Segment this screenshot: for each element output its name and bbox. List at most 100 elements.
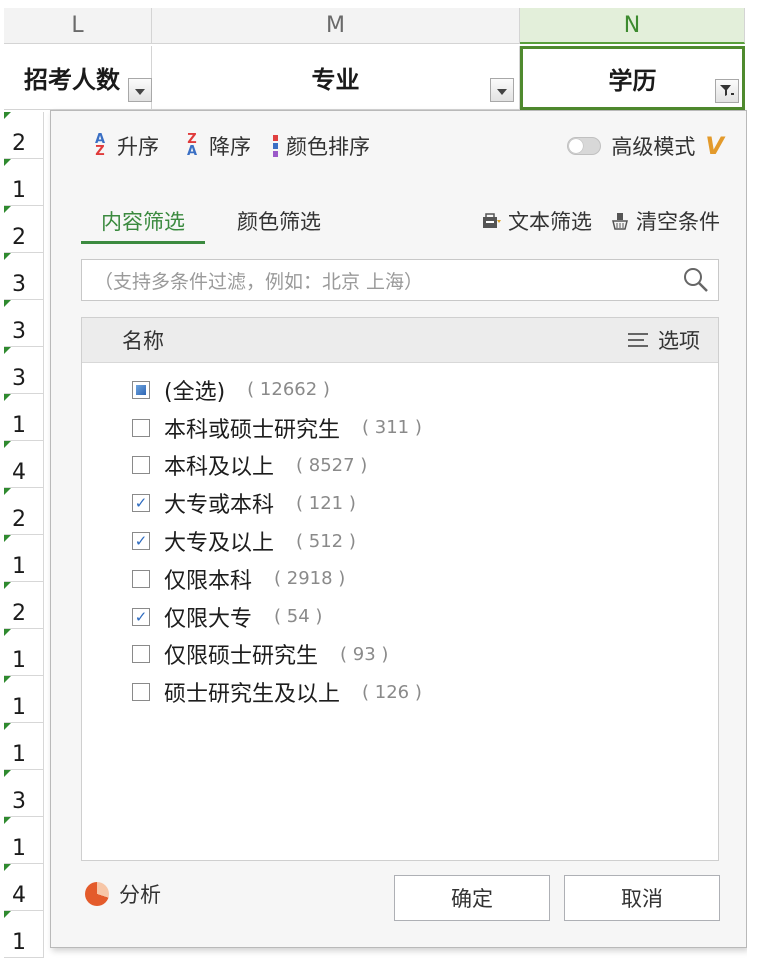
list-item[interactable]: 本科或硕士研究生 ( 311 ) [82,409,718,447]
row-number-cell[interactable]: 1 [4,911,44,958]
list-item-label: 本科及以上 [164,455,275,481]
row-number-value: 1 [12,742,26,767]
clear-filter-icon [612,213,628,230]
filter-dropdown-button[interactable] [128,78,152,102]
checkbox[interactable] [132,456,150,475]
row-number-value: 3 [12,366,26,391]
checkbox[interactable] [132,418,150,437]
row-number-cell[interactable]: 3 [4,770,44,817]
tab-content-filter-label: 内容筛选 [101,210,185,234]
confirm-button[interactable]: 确定 [394,875,550,921]
checkbox[interactable] [132,380,150,399]
list-item[interactable]: ✓ 仅限大专 ( 54 ) [82,598,718,636]
checkbox[interactable]: ✓ [132,494,150,513]
search-icon[interactable] [682,266,710,294]
row-number-value: 3 [12,272,26,297]
list-header-name: 名称 [122,329,164,353]
analyze-button[interactable]: 分析 [85,879,161,909]
list-item[interactable]: 仅限本科 ( 2918 ) [82,560,718,598]
list-item[interactable]: 本科及以上 ( 8527 ) [82,447,718,485]
row-number-cell[interactable]: 2 [4,206,44,253]
cancel-button[interactable]: 取消 [564,875,720,921]
value-list: 名称 选项 (全选)( 12662 ) 本科或硕士研究生( 311 ) 本科及以上 (… [81,317,719,861]
checkbox[interactable]: ✓ [132,607,150,626]
confirm-label: 确定 [451,887,493,911]
list-item-count: ( 512 ) [296,530,356,552]
filter-dropdown-button[interactable] [490,78,514,102]
error-indicator-icon [4,112,11,119]
error-indicator-icon [4,253,11,260]
tab-color-filter[interactable]: 颜色筛选 [217,201,341,241]
advanced-mode-switch[interactable]: 高级模式 V [567,128,724,164]
list-item-label: 大专及以上 [164,531,275,557]
list-item[interactable]: ✓ 大专或本科 ( 121 ) [82,484,718,522]
error-indicator-icon [4,723,11,730]
row-number-cell[interactable]: 1 [4,629,44,676]
list-item-count: ( 12662 ) [247,379,330,401]
row-number-cell[interactable]: 4 [4,864,44,911]
error-indicator-icon [4,300,11,307]
sort-descending-label: 降序 [209,135,251,159]
row-number-cell[interactable]: 4 [4,441,44,488]
row-number-cell[interactable]: 2 [4,488,44,535]
column-header-n[interactable]: N [520,8,745,44]
list-item-count: ( 54 ) [274,606,323,628]
column-header-m[interactable]: M [152,8,520,44]
error-indicator-icon [4,159,11,166]
row-number-cell[interactable]: 1 [4,723,44,770]
header-label-recruit-count: 招考人数 [24,66,120,94]
text-filter-button[interactable]: 文本筛选 [482,206,592,236]
list-item-count: ( 126 ) [362,681,422,703]
header-cell-education[interactable]: 学历 [520,46,745,110]
row-number-cell[interactable]: 2 [4,582,44,629]
filter-search-input[interactable]: （支持多条件过滤，例如：北京 上海） [81,259,719,301]
row-number-cell[interactable]: 1 [4,394,44,441]
list-item-count: ( 8527 ) [296,454,368,476]
row-number-cell[interactable]: 3 [4,253,44,300]
checkbox[interactable] [132,683,150,702]
filter-actions: 文本筛选 清空条件 [464,201,720,241]
clear-conditions-button[interactable]: 清空条件 [610,206,720,236]
list-item[interactable]: 硕士研究生及以上 ( 126 ) [82,673,718,711]
error-indicator-icon [4,817,11,824]
row-number-cell[interactable]: 3 [4,300,44,347]
error-indicator-icon [4,535,11,542]
active-filter-button[interactable] [715,79,739,103]
row-number-cell[interactable]: 1 [4,676,44,723]
column-header-l[interactable]: L [4,8,152,44]
row-number-value: 1 [12,836,26,861]
toggle-switch[interactable] [567,137,602,155]
filter-icon [720,85,734,96]
row-number-cell[interactable]: 1 [4,817,44,864]
tab-content-filter[interactable]: 内容筛选 [81,201,205,244]
row-number-cell[interactable]: 1 [4,535,44,582]
checkbox[interactable]: ✓ [132,532,150,551]
error-indicator-icon [4,676,11,683]
filter-dialog: AZ 升序 ZA 降序 颜色排序 高级模式 V 内容筛选 颜色筛选 文本筛选 清… [50,110,747,948]
list-item-label: 仅限硕士研究生 [164,644,319,670]
clear-conditions-label: 清空条件 [636,210,720,234]
list-item[interactable]: ✓ 大专及以上 ( 512 ) [82,522,718,560]
list-item-count: ( 2918 ) [274,568,346,590]
error-indicator-icon [4,864,11,871]
row-number-cell[interactable]: 2 [4,112,44,159]
column-letter-m: M [326,13,345,38]
error-indicator-icon [4,911,11,918]
list-item[interactable]: (全选) ( 12662 ) [82,371,718,409]
color-sort-button[interactable]: 颜色排序 [273,131,370,161]
options-button[interactable]: 选项 [628,325,700,355]
row-number-value: 4 [12,883,26,908]
list-item-count: ( 93 ) [340,643,389,665]
row-number-cell[interactable]: 3 [4,347,44,394]
checkbox[interactable] [132,569,150,588]
error-indicator-icon [4,347,11,354]
header-cell-major[interactable]: 专业 [152,46,520,110]
row-number-value: 3 [12,789,26,814]
list-item[interactable]: 仅限硕士研究生 ( 93 ) [82,636,718,674]
sort-descending-button[interactable]: ZA 降序 [181,131,251,161]
header-cell-recruit-count[interactable]: 招考人数 [4,46,152,110]
sort-ascending-button[interactable]: AZ 升序 [89,131,159,161]
row-number-value: 2 [12,601,26,626]
checkbox[interactable] [132,645,150,664]
row-number-cell[interactable]: 1 [4,159,44,206]
